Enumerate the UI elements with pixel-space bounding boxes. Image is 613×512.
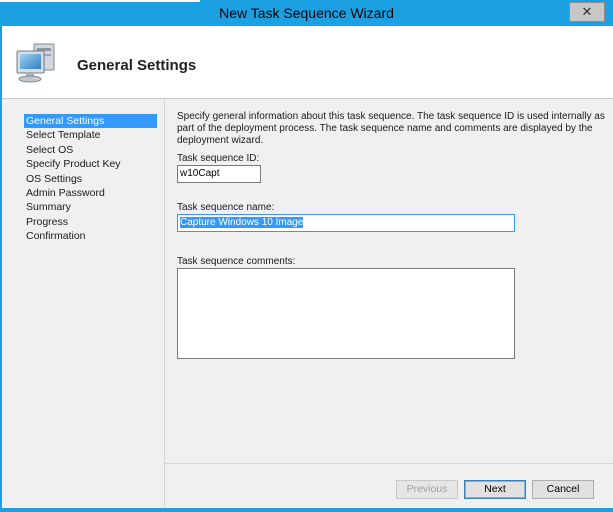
task-sequence-id-field[interactable]: w10Capt bbox=[177, 165, 261, 183]
task-sequence-name-field[interactable]: Capture Windows 10 Image bbox=[177, 214, 515, 232]
window-frame-bottom bbox=[0, 508, 613, 512]
task-sequence-comments-field[interactable] bbox=[177, 268, 515, 359]
title-bar: New Task Sequence Wizard ✕ bbox=[0, 0, 613, 26]
title-bar-highlight bbox=[0, 0, 200, 2]
wizard-content: Specify general information about this t… bbox=[165, 99, 613, 463]
page-description: Specify general information about this t… bbox=[177, 111, 605, 146]
step-confirmation[interactable]: Confirmation bbox=[24, 229, 157, 243]
step-general-settings[interactable]: General Settings bbox=[24, 114, 157, 129]
task-sequence-name-label: Task sequence name: bbox=[177, 202, 275, 213]
step-specify-product-key[interactable]: Specify Product Key bbox=[24, 157, 157, 171]
wizard-steps-panel: General Settings Select Template Select … bbox=[2, 99, 164, 508]
step-summary[interactable]: Summary bbox=[24, 200, 157, 214]
next-button[interactable]: Next bbox=[464, 480, 526, 499]
step-progress[interactable]: Progress bbox=[24, 215, 157, 229]
computer-icon bbox=[14, 41, 60, 88]
wizard-header: General Settings bbox=[2, 26, 613, 99]
step-admin-password[interactable]: Admin Password bbox=[24, 186, 157, 200]
page-heading: General Settings bbox=[77, 57, 197, 74]
wizard-steps-list: General Settings Select Template Select … bbox=[24, 114, 157, 244]
task-sequence-comments-label: Task sequence comments: bbox=[177, 256, 296, 267]
task-sequence-id-label: Task sequence ID: bbox=[177, 153, 260, 164]
task-sequence-name-value: Capture Windows 10 Image bbox=[180, 217, 304, 228]
previous-button[interactable]: Previous bbox=[396, 480, 458, 499]
step-os-settings[interactable]: OS Settings bbox=[24, 172, 157, 186]
step-select-template[interactable]: Select Template bbox=[24, 128, 157, 142]
close-button[interactable]: ✕ bbox=[569, 2, 605, 22]
cancel-button[interactable]: Cancel bbox=[532, 480, 594, 499]
step-select-os[interactable]: Select OS bbox=[24, 143, 157, 157]
window-title: New Task Sequence Wizard bbox=[219, 5, 394, 21]
